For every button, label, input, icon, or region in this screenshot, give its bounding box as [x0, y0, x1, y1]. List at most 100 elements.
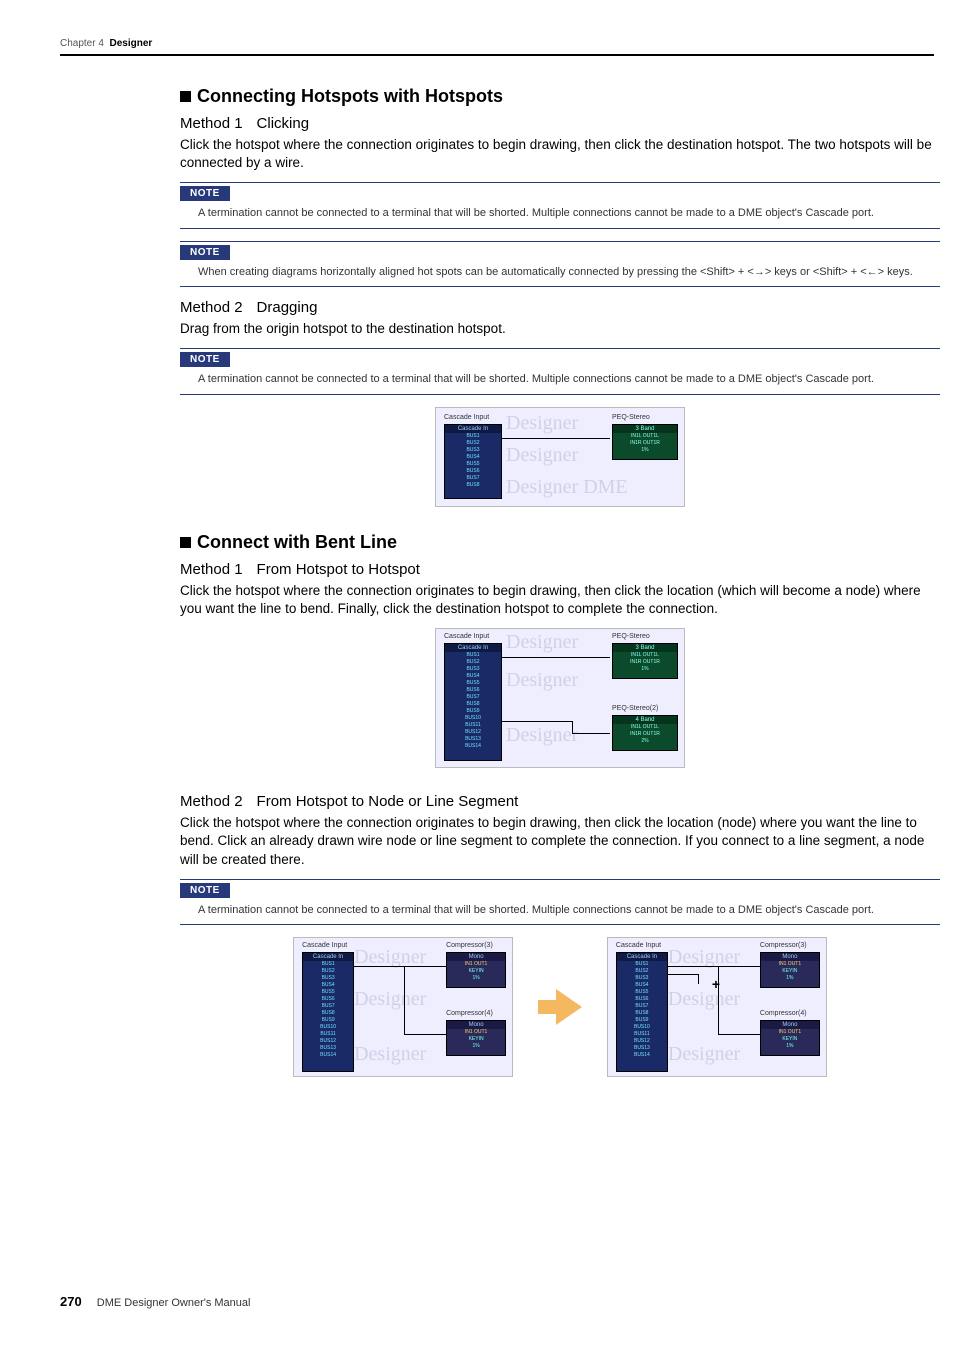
watermark: Designer	[354, 988, 426, 1011]
cmp-row: KEYIN	[761, 1036, 819, 1043]
wire	[354, 966, 404, 967]
bus-row: BUS13	[303, 1045, 353, 1052]
figure2-wrap: Designer Designer Designer Cascade Input…	[180, 628, 940, 773]
arrow-icon	[556, 989, 582, 1025]
wire	[502, 438, 610, 439]
note-body-3: A termination cannot be connected to a t…	[180, 367, 940, 394]
bus-row: BUS6	[617, 996, 667, 1003]
cmp1-panel: Mono IN1 OUT1 KEYIN 1%	[760, 952, 820, 988]
bus-row: BUS14	[303, 1052, 353, 1059]
cmp-row: IN1 OUT1	[761, 1029, 819, 1036]
bus-row: BUS10	[445, 715, 501, 722]
cmp-row: IN1 OUT1	[761, 961, 819, 968]
cmp-row: 1%	[447, 1043, 505, 1050]
cmp-hdr: Mono	[761, 1021, 819, 1029]
bus-row: BUS5	[303, 989, 353, 996]
bus-row: BUS13	[445, 736, 501, 743]
watermark: Designer	[506, 412, 578, 435]
cmp-row: IN1 OUT1	[447, 961, 505, 968]
page-number: 270	[60, 1294, 82, 1309]
wire	[404, 966, 405, 1034]
main-content: Connecting Hotspots with Hotspots Method…	[180, 86, 940, 1097]
cmp2-panel: Mono IN1 OUT1 KEYIN 1%	[446, 1020, 506, 1056]
bus-row: BUS9	[303, 1017, 353, 1024]
wire	[502, 721, 572, 722]
bus-row: BUS6	[445, 687, 501, 694]
bus-row: BUS10	[617, 1024, 667, 1031]
bus-row: BUS4	[617, 982, 667, 989]
bus-row: BUS6	[445, 468, 501, 475]
bullet-square-icon	[180, 537, 191, 548]
peq-label: PEQ-Stereo	[612, 633, 650, 640]
method2-dragging-title: Method 2Dragging	[180, 299, 940, 316]
cascade-hdr: Cascade In	[617, 953, 667, 961]
bus-row: BUS4	[303, 982, 353, 989]
watermark: Designer	[506, 444, 578, 467]
note-body-4: A termination cannot be connected to a t…	[180, 898, 940, 925]
cascade-panel: Cascade In BUS1 BUS2 BUS3 BUS4 BUS5 BUS6…	[302, 952, 354, 1072]
peq-label: PEQ-Stereo	[612, 414, 650, 421]
method1-hotspot-body: Click the hotspot where the connection o…	[180, 582, 940, 618]
bus-row: BUS8	[445, 701, 501, 708]
watermark: Designer DME	[506, 476, 628, 499]
peq-row: 1%	[613, 447, 677, 454]
peq-row: IN1L OUT1L	[613, 433, 677, 440]
bus-row: BUS7	[445, 475, 501, 482]
bus-row: BUS4	[445, 454, 501, 461]
chapter-title: Designer	[109, 38, 152, 49]
cmp2-label: Compressor(4)	[760, 1010, 807, 1017]
cmp1-label: Compressor(3)	[760, 942, 807, 949]
section-title-connecting-hotspots: Connecting Hotspots with Hotspots	[180, 86, 940, 107]
method2-node-body: Click the hotspot where the connection o…	[180, 814, 940, 869]
note-tag: NOTE	[180, 352, 230, 367]
section-title-bent-line: Connect with Bent Line	[180, 532, 940, 553]
peq-row: IN1R OUT1R	[613, 440, 677, 447]
peq-panel: 3 Band IN1L OUT1L IN1R OUT1R 1%	[612, 643, 678, 679]
cmp-row: 1%	[447, 975, 505, 982]
figure3-pair: Designer Designer Designer Cascade Input…	[180, 937, 940, 1077]
cmp-hdr: Mono	[447, 953, 505, 961]
method1-hotspot-title: Method 1From Hotspot to Hotspot	[180, 561, 940, 578]
bus-row: BUS9	[445, 708, 501, 715]
cmp-row: KEYIN	[447, 968, 505, 975]
bus-row: BUS2	[303, 968, 353, 975]
cascade-hdr: Cascade In	[445, 425, 501, 433]
note-body-2: When creating diagrams horizontally alig…	[180, 260, 940, 287]
arrow-icon	[538, 1000, 556, 1014]
figure1-wrap: Designer Designer Designer DME Cascade I…	[180, 407, 940, 512]
bus-row: BUS3	[445, 447, 501, 454]
bus-row: BUS8	[303, 1010, 353, 1017]
header-rule	[60, 54, 934, 56]
bus-row: BUS5	[445, 680, 501, 687]
note-tag: NOTE	[180, 186, 230, 201]
peq-hdr: 3 Band	[613, 644, 677, 652]
peq-hdr: 4 Band	[613, 716, 677, 724]
wire	[668, 966, 718, 967]
bus-row: BUS1	[445, 433, 501, 440]
bus-row: BUS1	[303, 961, 353, 968]
method1-clicking-body: Click the hotspot where the connection o…	[180, 136, 940, 172]
watermark: Designer	[506, 724, 578, 747]
chapter-label: Chapter 4	[60, 38, 104, 49]
bus-row: BUS12	[617, 1038, 667, 1045]
cascade-label: Cascade Input	[616, 942, 661, 949]
peq-row: IN1L OUT1L	[613, 652, 677, 659]
cmp1-panel: Mono IN1 OUT1 KEYIN 1%	[446, 952, 506, 988]
watermark: Designer	[668, 988, 740, 1011]
figure3-left: Designer Designer Designer Cascade Input…	[293, 937, 513, 1077]
bus-row: BUS5	[617, 989, 667, 996]
bus-row: BUS4	[445, 673, 501, 680]
bus-row: BUS2	[617, 968, 667, 975]
bus-row: BUS3	[617, 975, 667, 982]
note-block-3: NOTE A termination cannot be connected t…	[180, 348, 940, 394]
bus-row: BUS1	[445, 652, 501, 659]
footer-text: DME Designer Owner's Manual	[97, 1297, 251, 1309]
wire	[668, 974, 698, 975]
bus-row: BUS11	[303, 1031, 353, 1038]
peq-panel: 3 Band IN1L OUT1L IN1R OUT1R 1%	[612, 424, 678, 460]
bus-row: BUS12	[445, 729, 501, 736]
wire	[572, 721, 573, 733]
note-block-4: NOTE A termination cannot be connected t…	[180, 879, 940, 925]
cmp-row: 1%	[761, 975, 819, 982]
note-block-1: NOTE A termination cannot be connected t…	[180, 182, 940, 228]
